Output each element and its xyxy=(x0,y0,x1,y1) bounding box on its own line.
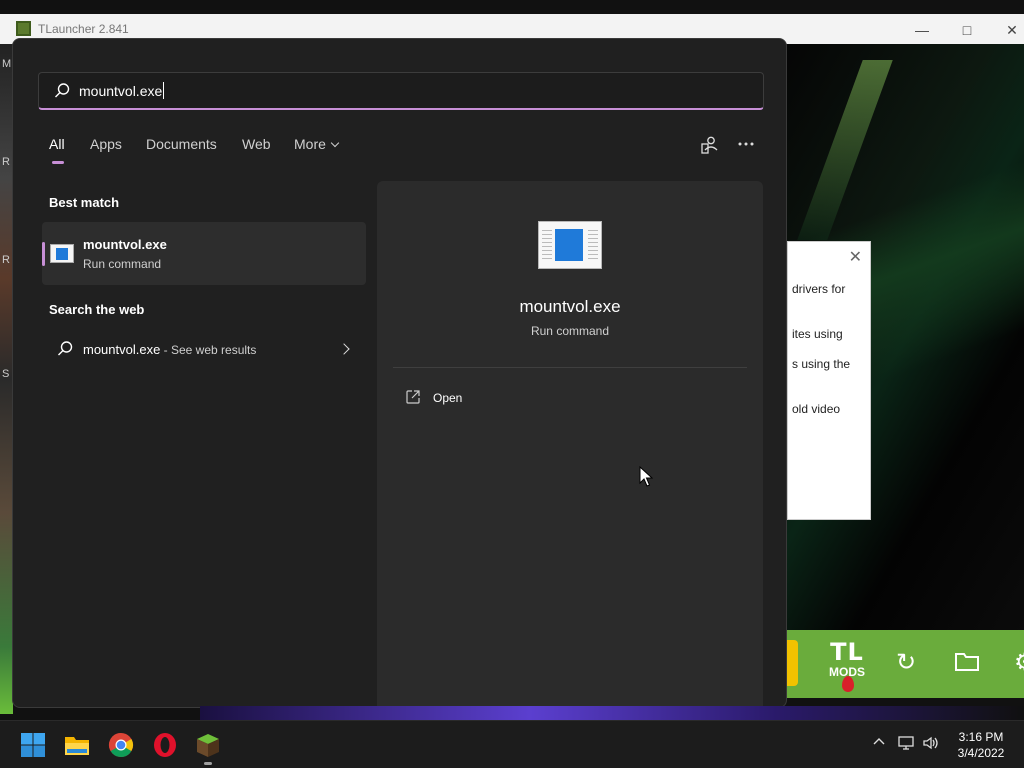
folder-icon[interactable] xyxy=(954,650,980,678)
opera-icon[interactable] xyxy=(151,731,179,759)
best-match-heading: Best match xyxy=(49,195,120,210)
search-input[interactable]: mountvol.exe xyxy=(38,72,764,110)
play-button-edge[interactable] xyxy=(786,640,798,686)
web-result-text: mountvol.exe - See web results xyxy=(83,342,256,357)
run-command-app-icon xyxy=(50,244,74,263)
text-caret xyxy=(163,82,165,99)
tab-apps-label: Apps xyxy=(90,136,122,152)
file-explorer-icon[interactable] xyxy=(63,731,91,759)
maximize-icon[interactable]: □ xyxy=(957,20,977,40)
more-options-icon[interactable] xyxy=(735,135,757,157)
network-icon[interactable] xyxy=(898,735,916,754)
icon-lines-left xyxy=(542,230,552,260)
search-icon xyxy=(58,341,73,356)
left-strip-letter: M xyxy=(2,58,12,70)
tl-mods-logo[interactable]: TL MODS xyxy=(824,638,870,692)
search-web-heading: Search the web xyxy=(49,302,145,317)
tab-all[interactable]: All xyxy=(49,136,65,164)
best-match-type: Run command xyxy=(83,257,162,271)
background-dialog: ✕ drivers for ites using s using the old… xyxy=(787,241,871,520)
detail-app-type: Run command xyxy=(530,324,610,338)
tab-web[interactable]: Web xyxy=(242,136,271,152)
left-strip-letter: S xyxy=(2,368,10,380)
open-action-label: Open xyxy=(433,391,463,405)
selection-indicator xyxy=(42,242,45,266)
wallpaper-glow xyxy=(200,706,1024,720)
web-result-suffix: - See web results xyxy=(160,343,257,357)
close-icon[interactable]: ✕ xyxy=(1002,20,1022,40)
volume-icon[interactable] xyxy=(922,735,940,754)
tl-mods-logo-top: TL xyxy=(830,638,864,666)
taskbar: 3:16 PM 3/4/2022 xyxy=(0,720,1024,768)
start-search-panel: mountvol.exe All Apps Documents Web More… xyxy=(12,38,787,708)
tab-web-label: Web xyxy=(242,136,271,152)
chrome-icon[interactable] xyxy=(107,731,135,759)
best-match-result[interactable]: mountvol.exe Run command xyxy=(42,222,366,285)
chevron-right-icon[interactable] xyxy=(338,343,350,355)
dialog-text-line: s using the xyxy=(792,357,851,371)
dialog-text-line: ites using xyxy=(792,327,843,341)
tab-documents[interactable]: Documents xyxy=(146,136,217,152)
tab-apps[interactable]: Apps xyxy=(90,136,122,152)
refresh-icon[interactable]: ↻ xyxy=(896,650,916,676)
clock[interactable]: 3:16 PM 3/4/2022 xyxy=(946,729,1016,761)
dialog-close-icon[interactable]: ✕ xyxy=(849,247,862,267)
windows-start-icon[interactable] xyxy=(19,731,47,759)
active-tab-indicator xyxy=(52,161,64,164)
tab-more-label: More xyxy=(294,136,326,152)
search-icon xyxy=(55,83,70,98)
divider xyxy=(393,367,747,368)
best-match-name: mountvol.exe xyxy=(83,237,167,252)
show-hidden-icons[interactable] xyxy=(872,735,886,752)
tab-documents-label: Documents xyxy=(146,136,217,152)
clock-time: 3:16 PM xyxy=(958,730,1004,744)
settings-icon[interactable]: ⚙ xyxy=(1014,650,1024,676)
web-result-query: mountvol.exe xyxy=(83,342,161,357)
mouse-cursor-icon xyxy=(639,466,653,487)
launcher-window-title: TLauncher 2.841 xyxy=(38,22,129,36)
account-switch-icon[interactable] xyxy=(699,135,721,157)
detail-app-name: mountvol.exe xyxy=(519,297,621,316)
chevron-down-icon xyxy=(330,138,340,148)
launcher-bottom-bar: TL MODS ↻ ⚙ xyxy=(786,630,1024,698)
run-command-app-icon-large xyxy=(538,221,602,269)
icon-lines-right xyxy=(588,230,598,260)
icon-window-pane xyxy=(555,229,583,261)
search-value[interactable]: mountvol.exe xyxy=(79,82,165,99)
chevron-up-icon xyxy=(873,738,885,745)
tlauncher-icon[interactable] xyxy=(194,731,222,759)
open-action[interactable]: Open xyxy=(393,383,747,413)
left-strip-letter: R xyxy=(2,156,10,168)
search-query-text: mountvol.exe xyxy=(79,83,163,99)
tab-more[interactable]: More xyxy=(294,136,340,152)
running-indicator xyxy=(204,762,212,765)
tl-mods-drop-icon xyxy=(842,676,854,692)
clock-date: 3/4/2022 xyxy=(957,746,1005,760)
dialog-text-line: drivers for xyxy=(792,282,846,296)
left-strip-letter: R xyxy=(2,254,10,266)
web-search-result[interactable]: mountvol.exe - See web results xyxy=(42,332,366,368)
result-detail-pane: mountvol.exe Run command Open xyxy=(377,181,763,707)
minimize-icon[interactable]: — xyxy=(912,20,932,40)
open-external-icon xyxy=(406,390,420,404)
dialog-text-line: old video xyxy=(792,402,841,416)
launcher-app-icon xyxy=(16,21,31,36)
tab-all-label: All xyxy=(49,136,65,152)
